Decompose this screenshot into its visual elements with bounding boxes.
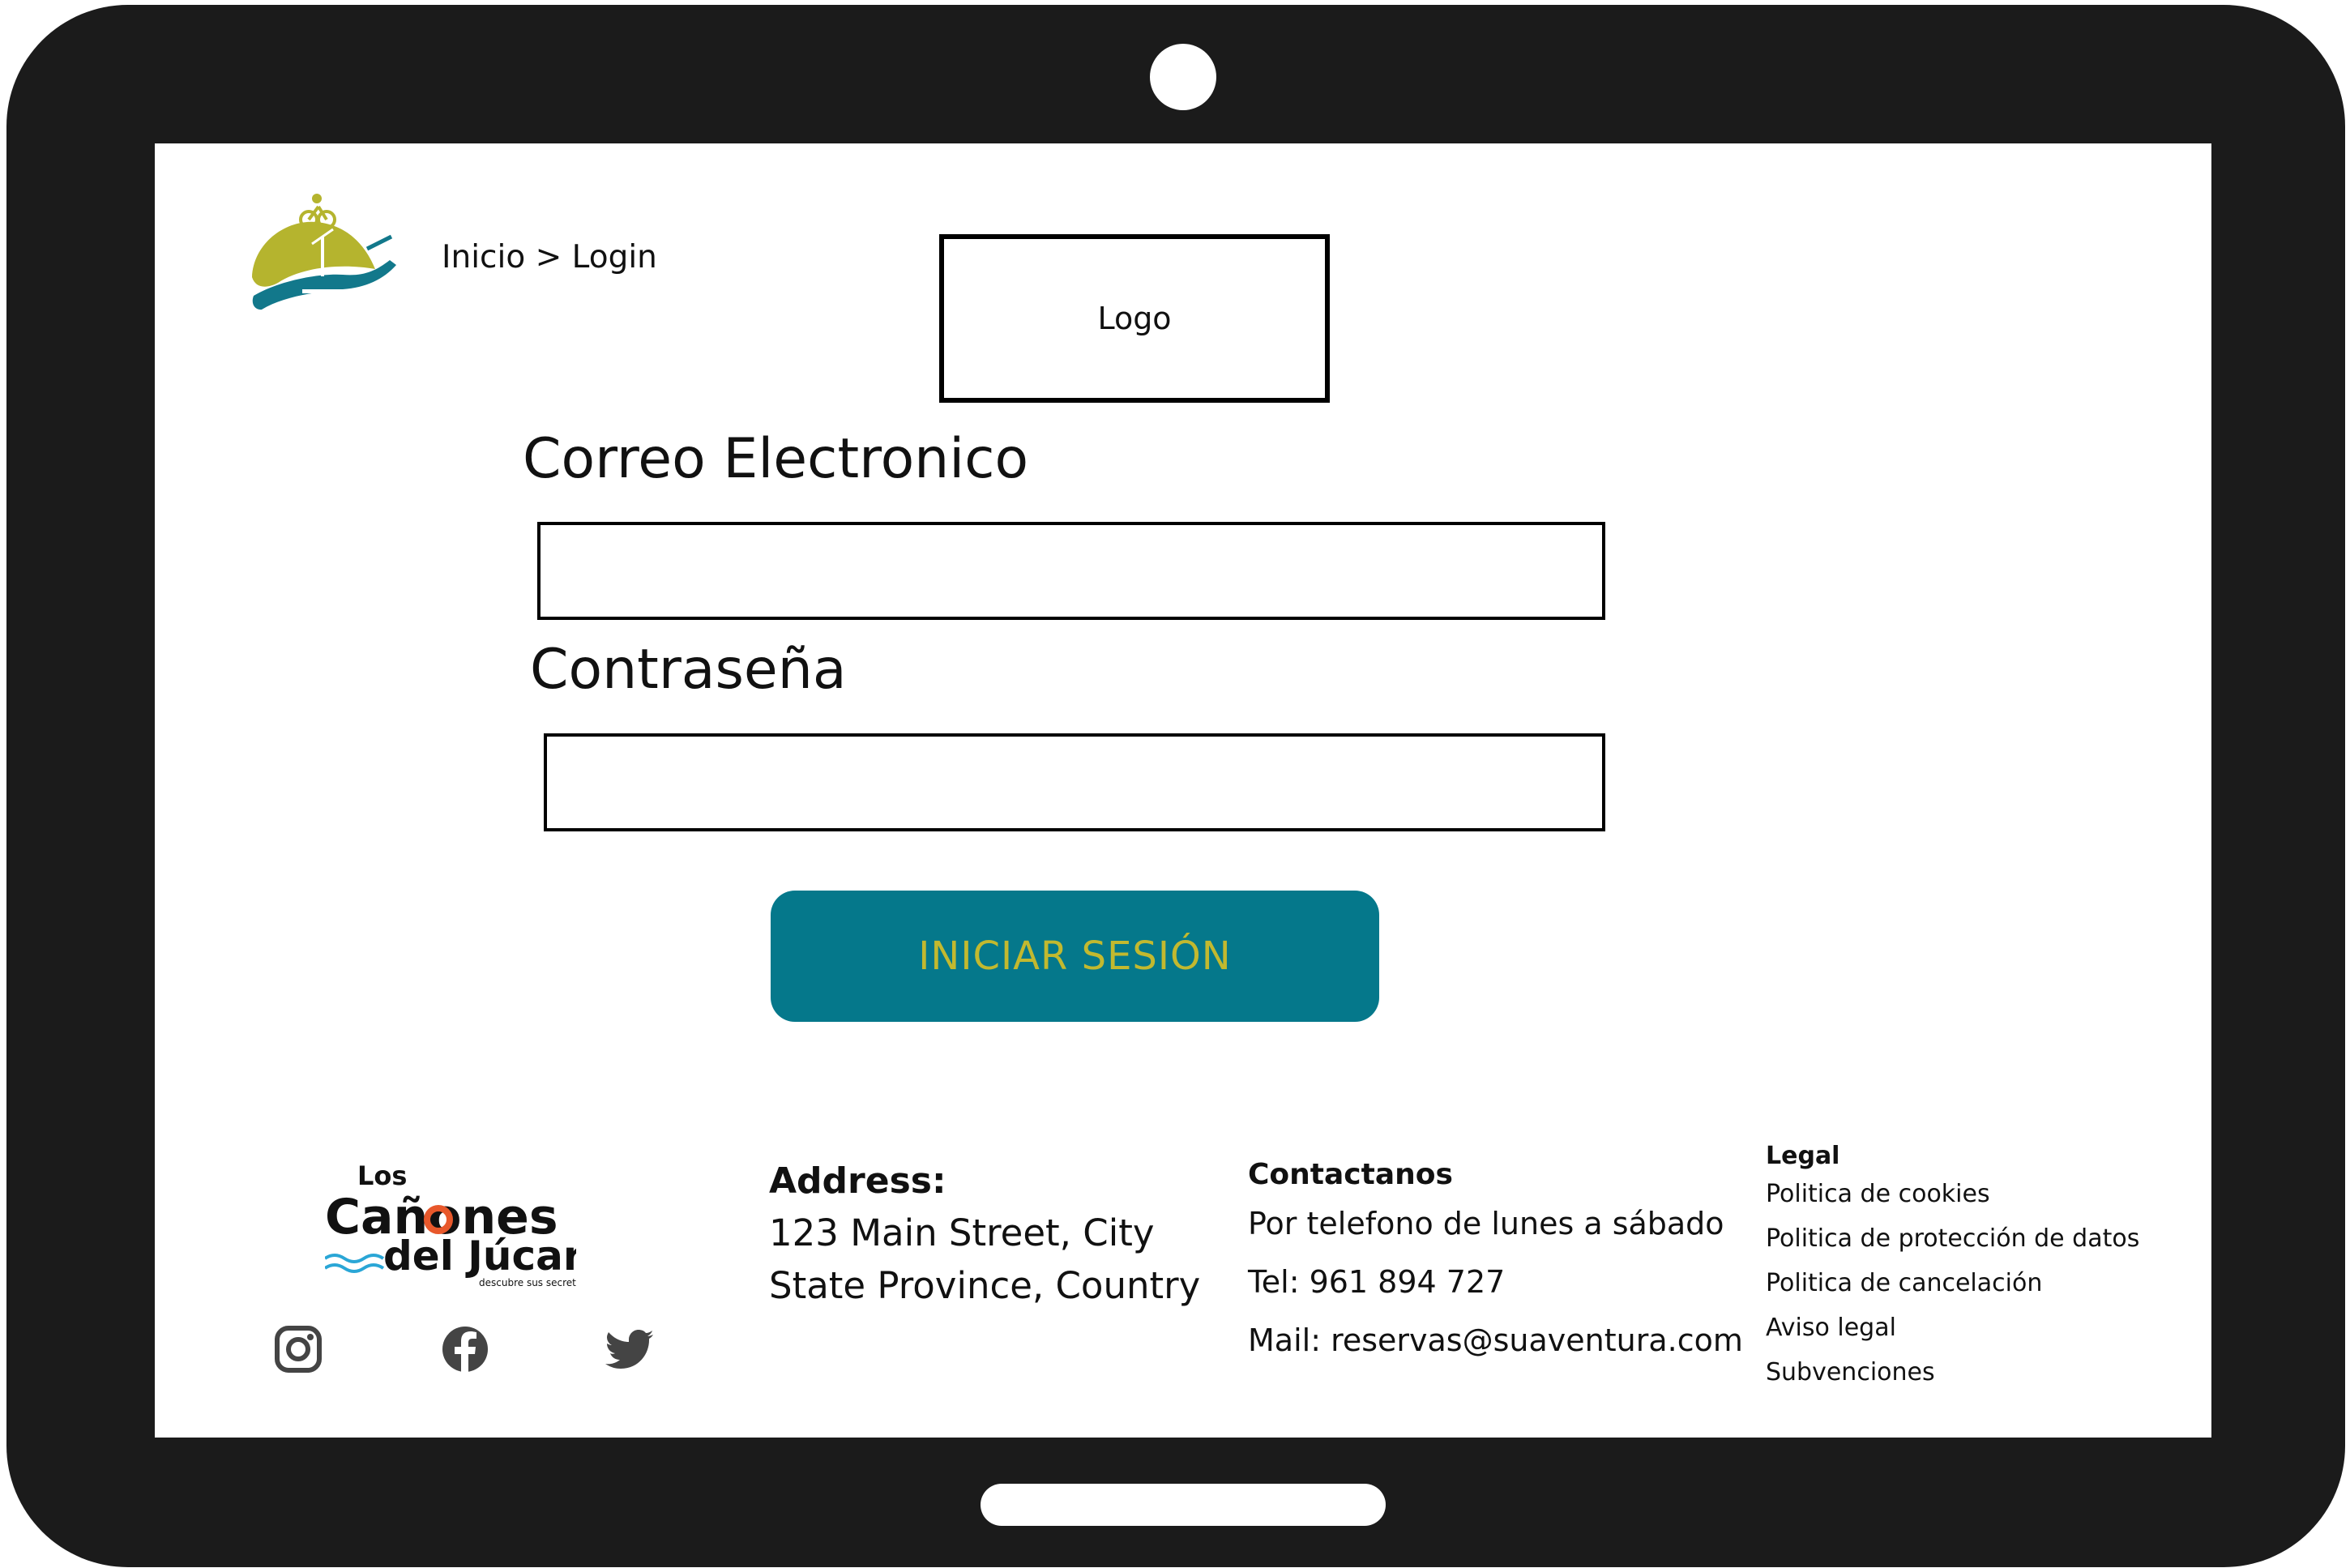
email-label: Correo Electronico: [523, 427, 1029, 491]
home-button[interactable]: [981, 1484, 1386, 1526]
legal-block: Legal Politica de cookies Politica de pr…: [1766, 1142, 2139, 1386]
contact-block: Contactanos Por telefono de lunes a sába…: [1248, 1158, 1743, 1358]
contact-hours: Por telefono de lunes a sábado: [1248, 1206, 1724, 1241]
twitter-icon[interactable]: [605, 1323, 656, 1375]
address-block: Address: 123 Main Street, City State Pro…: [769, 1160, 1200, 1307]
legal-link-legal-notice[interactable]: Aviso legal: [1766, 1314, 2139, 1342]
legal-link-data-protection[interactable]: Politica de protección de datos: [1766, 1224, 2139, 1253]
password-field[interactable]: [544, 733, 1605, 831]
logo-placeholder-label: Logo: [1097, 301, 1172, 336]
brand-tagline: descubre sus secretos: [479, 1277, 576, 1288]
legal-link-cookies[interactable]: Politica de cookies: [1766, 1180, 2139, 1208]
email-field[interactable]: [537, 522, 1605, 620]
tablet-frame: Inicio > Login Logo Correo Electronico C…: [6, 5, 2345, 1567]
facebook-icon[interactable]: [439, 1323, 491, 1375]
address-line1: 123 Main Street, City: [769, 1211, 1155, 1254]
brand-line1: Los: [357, 1160, 407, 1191]
legal-link-grants[interactable]: Subvenciones: [1766, 1358, 2139, 1386]
logo-placeholder: Logo: [939, 234, 1330, 403]
address-line2: State Province, Country: [769, 1264, 1201, 1307]
camera: [1150, 44, 1216, 110]
password-label: Contraseña: [530, 638, 847, 702]
brand-logo[interactable]: Los Cañones del Júcar descubre sus secre…: [325, 1156, 576, 1290]
screen: Inicio > Login Logo Correo Electronico C…: [155, 143, 2211, 1438]
instagram-icon[interactable]: [272, 1323, 324, 1375]
contact-phone[interactable]: Tel: 961 894 727: [1248, 1264, 1743, 1300]
legal-title: Legal: [1766, 1142, 1840, 1170]
brand-line3: del Júcar: [383, 1233, 576, 1280]
contact-title: Contactanos: [1248, 1158, 1453, 1191]
address-title: Address:: [769, 1160, 946, 1202]
contact-mail[interactable]: Mail: reservas@suaventura.com: [1248, 1322, 1743, 1358]
site-logo-icon[interactable]: [246, 192, 400, 322]
legal-link-cancellation[interactable]: Politica de cancelación: [1766, 1269, 2139, 1297]
breadcrumb[interactable]: Inicio > Login: [442, 239, 657, 276]
login-button[interactable]: INICIAR SESIÓN: [771, 891, 1379, 1022]
